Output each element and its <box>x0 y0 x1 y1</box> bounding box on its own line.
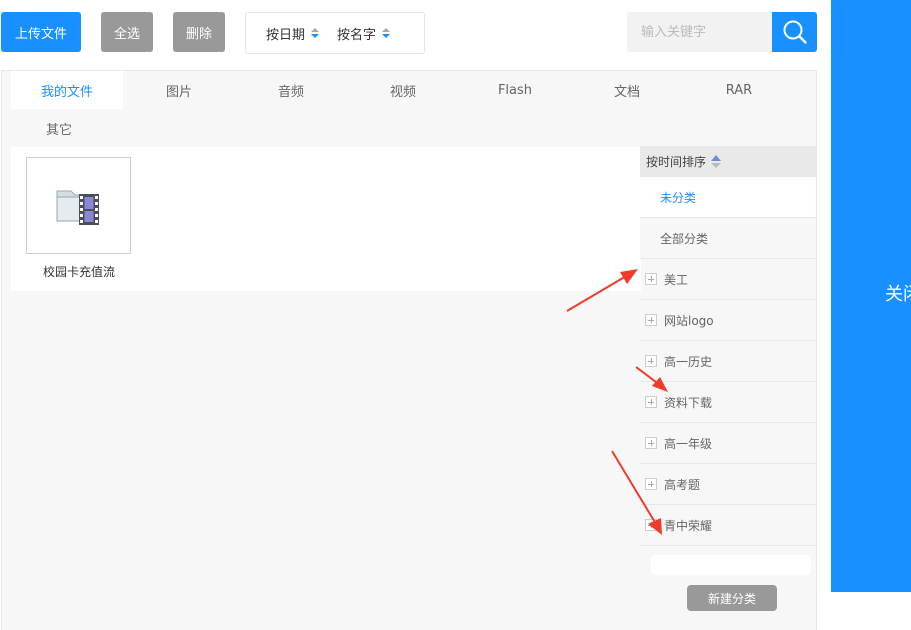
search-icon <box>783 20 807 44</box>
category-label: 青中荣耀 <box>664 518 713 533</box>
file-list: 校园卡充值流 <box>11 147 641 291</box>
new-category-input[interactable] <box>651 555 811 575</box>
sort-by-name-label: 按名字 <box>337 27 377 43</box>
category-label: 资料下载 <box>664 395 713 410</box>
category-label: 美工 <box>664 272 689 287</box>
file-thumbnail <box>26 157 131 254</box>
category-sidebar: 按时间排序 未分类 全部分类 美工 网站logo 高一历史 资料下载 高一年级 … <box>640 146 816 630</box>
category-art[interactable]: 美工 <box>640 259 816 300</box>
tab-my-files[interactable]: 我的文件 <box>11 71 123 109</box>
expand-plus-icon[interactable] <box>645 519 657 531</box>
tab-other[interactable]: 其它 <box>3 109 115 147</box>
tab-flash[interactable]: Flash <box>459 71 571 109</box>
sort-by-time-label: 按时间排序 <box>646 155 707 169</box>
expand-plus-icon[interactable] <box>645 437 657 449</box>
search-input[interactable] <box>627 12 773 52</box>
tab-video[interactable]: 视频 <box>347 71 459 109</box>
file-manager-panel: 我的文件 图片 音频 视频 Flash 文档 RAR 其它 校园卡充值流 按时间… <box>1 70 817 630</box>
category-all[interactable]: 全部分类 <box>640 218 816 259</box>
sort-by-date-label: 按日期 <box>266 27 306 43</box>
sort-by-name[interactable]: 按名字 <box>337 24 391 43</box>
category-label: 高一历史 <box>664 354 713 369</box>
category-grade10-history[interactable]: 高一历史 <box>640 341 816 382</box>
close-panel[interactable]: 关闭 <box>831 0 911 592</box>
tab-audio[interactable]: 音频 <box>235 71 347 109</box>
expand-plus-icon[interactable] <box>645 355 657 367</box>
category-website-logo[interactable]: 网站logo <box>640 300 816 341</box>
sort-arrows-icon <box>311 28 320 38</box>
category-uncategorized[interactable]: 未分类 <box>640 177 816 218</box>
delete-button[interactable]: 删除 <box>173 12 225 52</box>
category-label: 未分类 <box>660 190 697 205</box>
new-category-button[interactable]: 新建分类 <box>687 585 777 611</box>
sort-options: 按日期 按名字 <box>245 12 425 54</box>
video-folder-icon <box>56 190 99 225</box>
expand-plus-icon[interactable] <box>645 396 657 408</box>
close-label: 关闭 <box>885 284 911 305</box>
category-downloads[interactable]: 资料下载 <box>640 382 816 423</box>
category-grade10[interactable]: 高一年级 <box>640 423 816 464</box>
sort-by-time[interactable]: 按时间排序 <box>640 146 816 177</box>
sort-arrows-icon <box>382 28 391 38</box>
select-all-button[interactable]: 全选 <box>101 12 153 52</box>
tab-images[interactable]: 图片 <box>123 71 235 109</box>
category-label: 全部分类 <box>660 231 709 246</box>
file-item[interactable]: 校园卡充值流 <box>26 157 132 280</box>
expand-plus-icon[interactable] <box>645 478 657 490</box>
category-label: 网站logo <box>664 313 714 328</box>
expand-plus-icon[interactable] <box>645 314 657 326</box>
expand-plus-icon[interactable] <box>645 273 657 285</box>
category-exam-questions[interactable]: 高考题 <box>640 464 816 505</box>
upload-file-button[interactable]: 上传文件 <box>1 12 81 52</box>
file-type-tabs: 我的文件 图片 音频 视频 Flash 文档 RAR 其它 <box>2 71 816 147</box>
category-label: 高一年级 <box>664 436 713 451</box>
sort-arrows-icon <box>711 155 722 168</box>
tab-rar[interactable]: RAR <box>683 71 795 109</box>
tab-documents[interactable]: 文档 <box>571 71 683 109</box>
file-name: 校园卡充值流 <box>42 265 115 279</box>
category-label: 高考题 <box>664 477 701 492</box>
sort-by-date[interactable]: 按日期 <box>266 24 320 43</box>
search-button[interactable] <box>772 12 817 52</box>
category-honors[interactable]: 青中荣耀 <box>640 505 816 546</box>
